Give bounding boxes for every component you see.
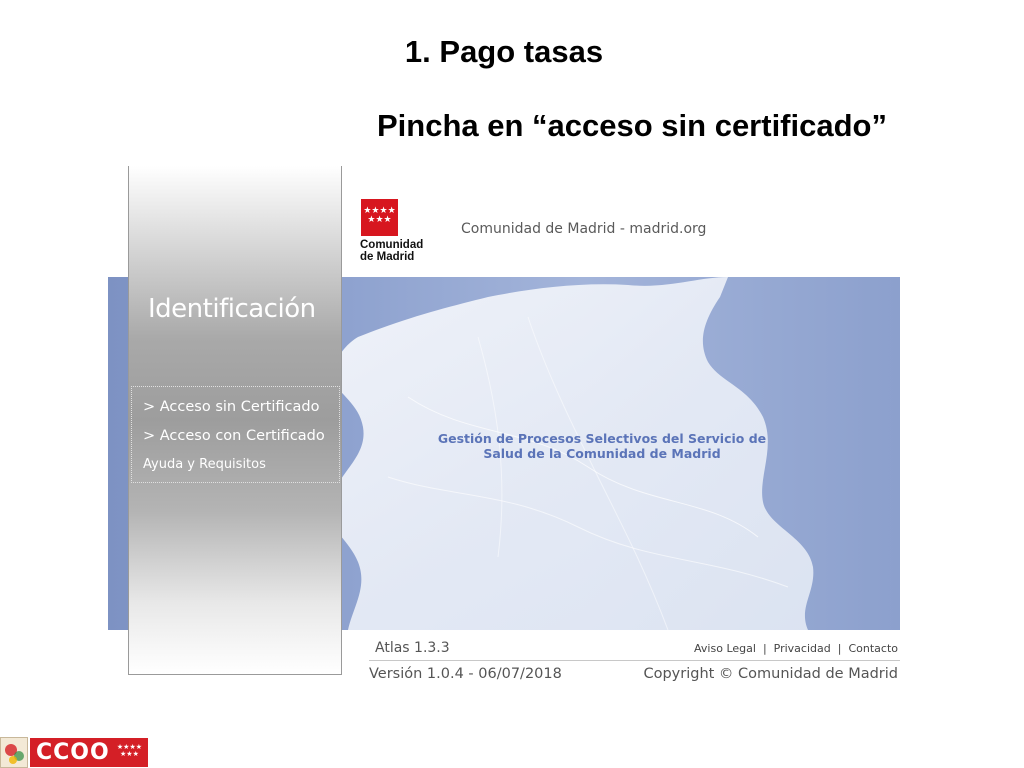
ccoo-logo: CCOO ★★★★ ★★★ <box>30 738 148 767</box>
separator: | <box>762 642 767 655</box>
footer-divider <box>369 660 900 661</box>
screenshot-region: ★★★★ ★★★ Comunidad de Madrid Comunidad de… <box>108 166 900 682</box>
app-version: Versión 1.0.4 - 06/07/2018 <box>369 666 562 682</box>
identification-sidebar: Identificación > Acceso sin Certificado … <box>128 166 342 675</box>
logo-line1: Comunidad <box>360 239 424 251</box>
access-menu: > Acceso sin Certificado > Acceso con Ce… <box>131 386 340 483</box>
menu-ayuda-requisitos[interactable]: Ayuda y Requisitos <box>143 457 266 472</box>
madrid-stars-icon: ★★★★ ★★★ <box>116 743 142 758</box>
logo-line2: de Madrid <box>360 251 415 263</box>
menu-acceso-sin-certificado[interactable]: > Acceso sin Certificado <box>143 399 320 415</box>
slide-subtitle: Pincha en “acceso sin certificado” <box>377 108 887 143</box>
menu-acceso-con-certificado[interactable]: > Acceso con Certificado <box>143 428 325 444</box>
separator: | <box>837 642 842 655</box>
site-footer: Atlas 1.3.3 Aviso Legal | Privacidad | Conta… <box>342 630 900 682</box>
link-aviso-legal[interactable]: Aviso Legal <box>694 642 756 655</box>
ccoo-wordmark: CCOO <box>36 740 110 765</box>
link-contacto[interactable]: Contacto <box>848 642 898 655</box>
link-privacidad[interactable]: Privacidad <box>774 642 831 655</box>
copyright-text: Copyright © Comunidad de Madrid <box>643 666 898 682</box>
atlas-version: Atlas 1.3.3 <box>375 640 450 656</box>
footer-links: Aviso Legal | Privacidad | Contacto <box>694 642 898 655</box>
banner-line2: Salud de la Comunidad de Madrid <box>483 446 721 461</box>
site-header: ★★★★ ★★★ Comunidad de Madrid Comunidad de… <box>342 166 900 277</box>
ccoo-emblem-icon <box>0 737 28 768</box>
banner-caption: Gestión de Procesos Selectivos del Servi… <box>432 431 772 461</box>
madrid-flag-stars-icon[interactable]: ★★★★ ★★★ <box>361 199 398 236</box>
banner-line1: Gestión de Procesos Selectivos del Servi… <box>437 431 767 446</box>
slide-title: 1. Pago tasas <box>404 34 604 69</box>
site-name-link[interactable]: Comunidad de Madrid - madrid.org <box>461 221 706 237</box>
madrid-logo-text[interactable]: Comunidad de Madrid <box>360 239 423 263</box>
sidebar-title: Identificación <box>148 294 316 324</box>
